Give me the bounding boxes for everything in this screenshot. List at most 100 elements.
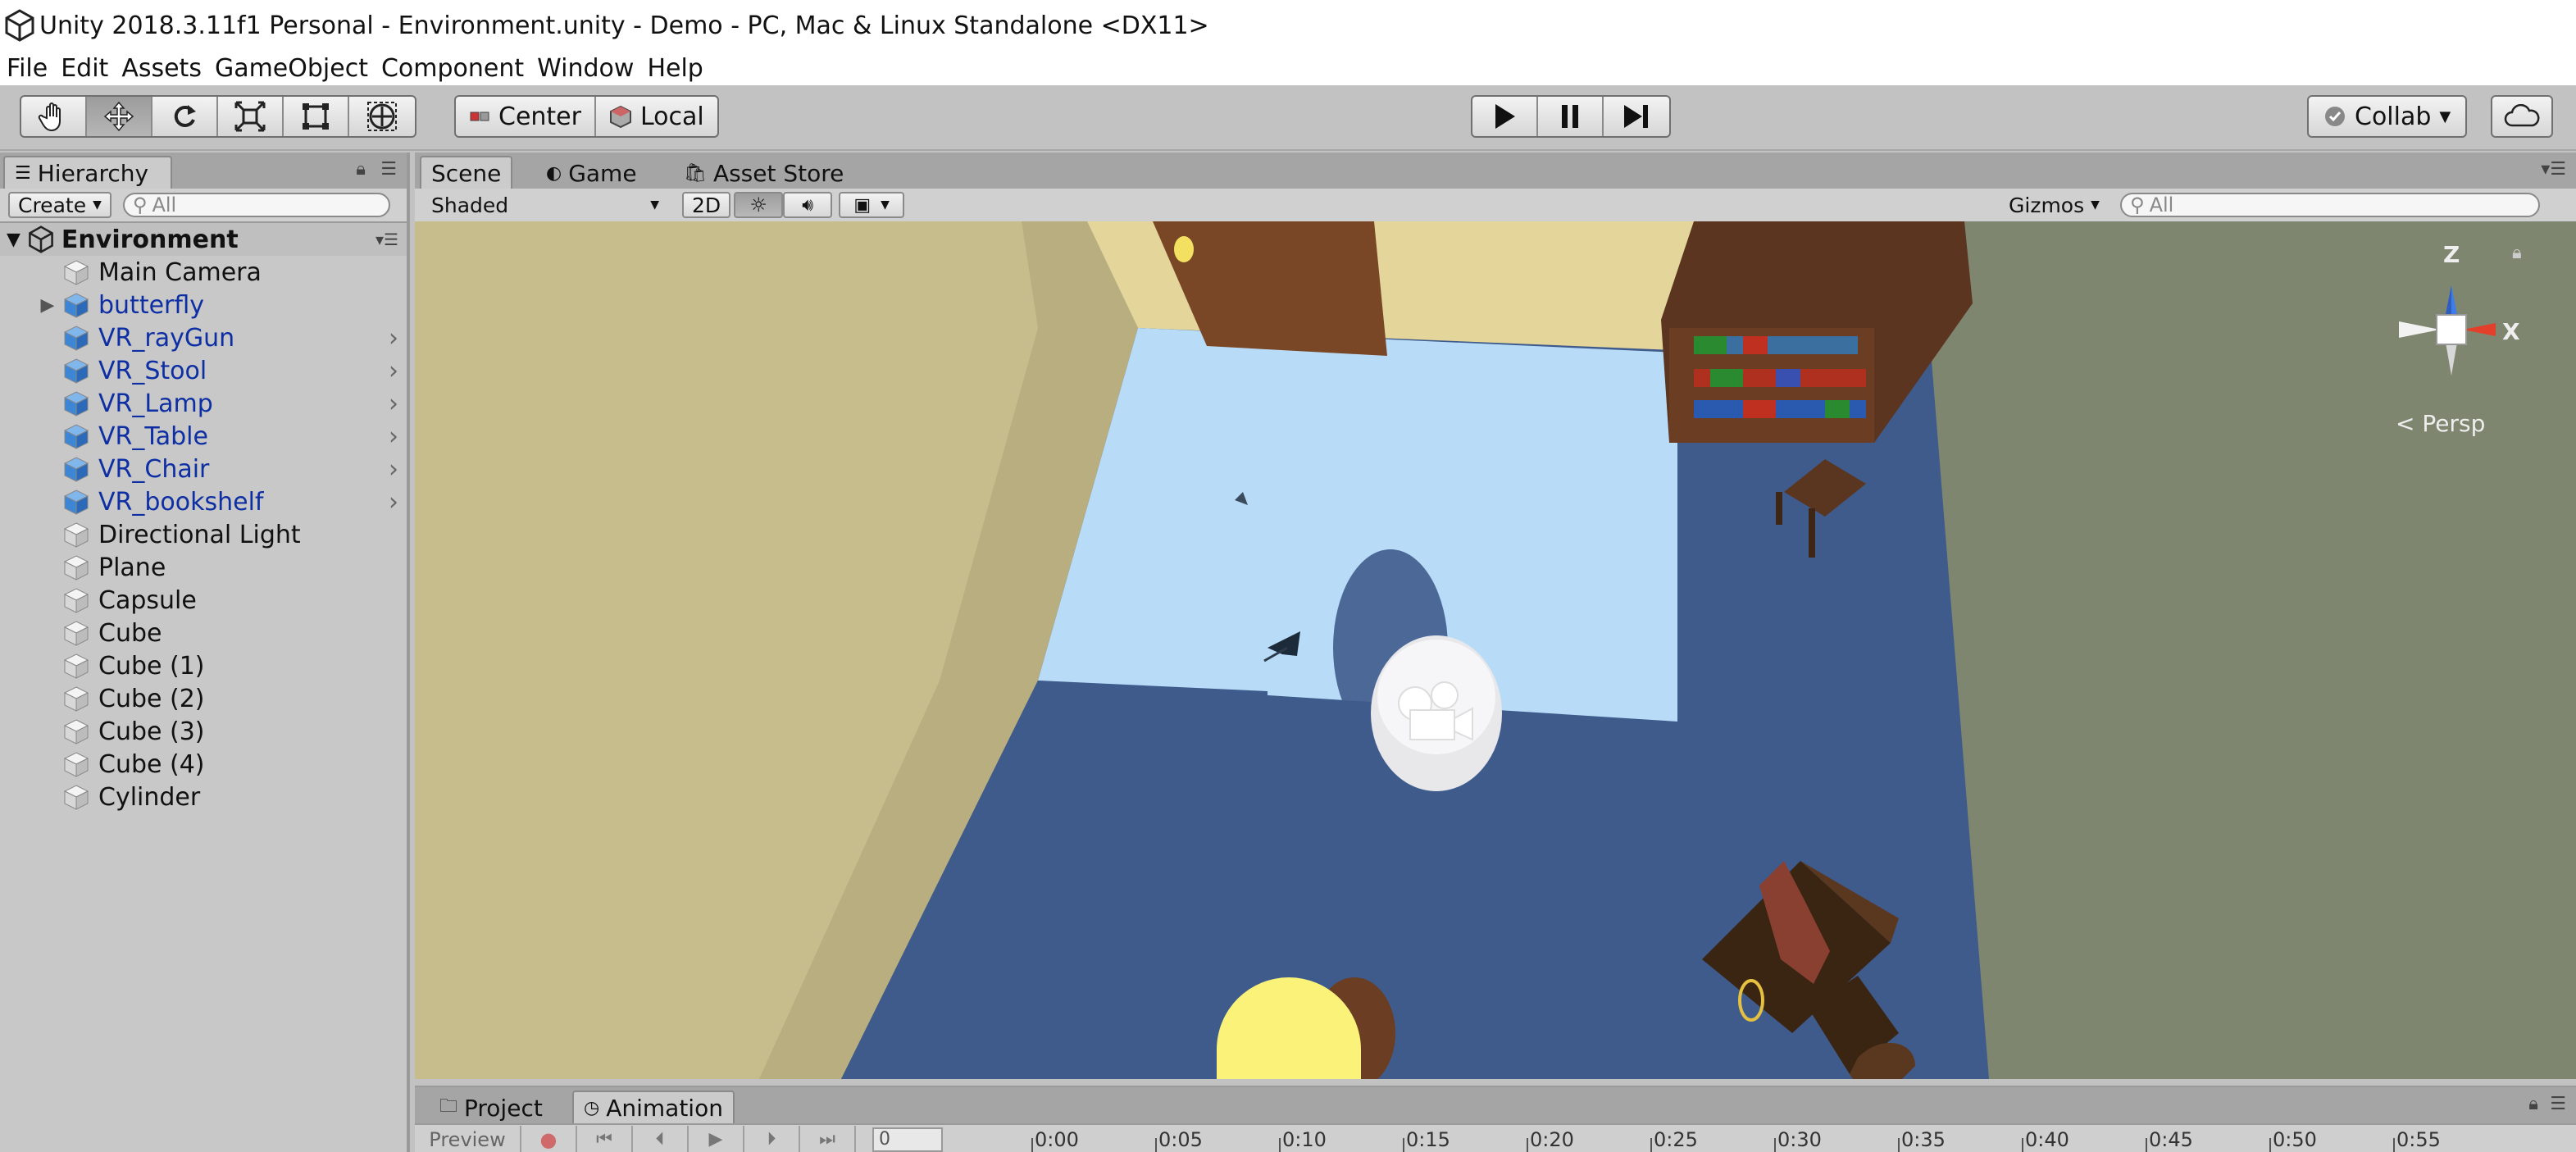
hierarchy-item[interactable]: VR_Table › [0, 420, 407, 453]
hierarchy-item[interactable]: VR_bookshelf › [0, 485, 407, 518]
hierarchy-item[interactable]: Capsule [0, 584, 407, 617]
panel-menu-icon[interactable]: ☰ [380, 159, 397, 180]
rotate-tool-button[interactable] [152, 97, 218, 136]
pause-button[interactable] [1538, 97, 1604, 136]
hierarchy-item[interactable]: VR_rayGun › [0, 321, 407, 354]
hierarchy-item[interactable]: ▶ butterfly [0, 289, 407, 321]
transform-tool-button[interactable] [349, 97, 415, 136]
gizmo-lock-icon[interactable]: 🔒︎ [2512, 243, 2522, 263]
hierarchy-item[interactable]: Cube [0, 617, 407, 649]
create-dropdown[interactable]: Create ▼ [8, 192, 112, 218]
hierarchy-item[interactable]: Cube (4) [0, 748, 407, 781]
scene-toolbar: Shaded ▼ 2D ☼ 🔊︎ ▣ ▼ Gizmos ▼ ⚲ All [415, 189, 2576, 223]
lighting-toggle[interactable]: ☼ [734, 192, 784, 218]
gizmos-dropdown[interactable]: Gizmos ▼ [1999, 192, 2109, 218]
expand-arrow-icon[interactable]: ▶ [33, 295, 62, 316]
cloud-button[interactable] [2492, 97, 2551, 136]
hierarchy-item[interactable]: Cube (1) [0, 649, 407, 682]
hierarchy-item-label: butterfly [98, 290, 205, 320]
menu-gameobject[interactable]: GameObject [208, 54, 375, 83]
move-tool-button[interactable] [87, 97, 152, 136]
hierarchy-list: Main Camera ▶ butterfly VR_rayGun › VR_Stool ›… [0, 256, 407, 813]
scene-tab-label: Scene [431, 159, 502, 187]
asset-store-tab-label: Asset Store [712, 159, 844, 187]
mode-2d-toggle[interactable]: 2D [682, 192, 731, 218]
projection-label: Persp [2422, 410, 2486, 437]
prefab-cube-icon [63, 457, 89, 482]
timeline-tick [2269, 1138, 2271, 1152]
chevron-right-icon[interactable]: › [389, 389, 398, 418]
menu-edit[interactable]: Edit [54, 54, 115, 83]
timeline-tick-label: 0:05 [1158, 1128, 1203, 1151]
rotate-icon [174, 105, 196, 127]
tab-game[interactable]: ◐ Game [535, 156, 649, 189]
panel-menu-icon[interactable]: ☰ [2550, 1094, 2566, 1114]
lock-icon[interactable]: 🔒︎ [2528, 1094, 2538, 1114]
hierarchy-item[interactable]: Cube (2) [0, 682, 407, 715]
preview-toggle[interactable]: Preview [415, 1125, 521, 1152]
tab-hierarchy[interactable]: ☰ Hierarchy [3, 156, 172, 189]
record-button[interactable]: ● [521, 1125, 577, 1152]
menu-window[interactable]: Window [530, 54, 640, 83]
prev-key-button[interactable]: ⏴ [633, 1125, 689, 1152]
draw-mode-dropdown[interactable]: Shaded ▼ [421, 192, 669, 218]
play-button[interactable] [1472, 97, 1538, 136]
hierarchy-item[interactable]: VR_Lamp › [0, 387, 407, 420]
hierarchy-item[interactable]: Plane [0, 551, 407, 584]
hierarchy-item[interactable]: Cube (3) [0, 715, 407, 748]
hierarchy-item[interactable]: VR_Stool › [0, 354, 407, 387]
menu-help[interactable]: Help [640, 54, 709, 83]
gameobject-cube-icon [63, 522, 89, 548]
chevron-right-icon[interactable]: › [389, 488, 398, 517]
hierarchy-search-input[interactable]: ⚲ All [122, 193, 390, 217]
timeline-tick-label: 0:45 [2149, 1128, 2193, 1151]
step-button[interactable] [1604, 97, 1669, 136]
tab-asset-store[interactable]: 🛍︎ Asset Store [672, 156, 855, 189]
tab-scene[interactable]: Scene [420, 156, 513, 189]
menu-file[interactable]: File [0, 54, 54, 83]
timeline-tick [1650, 1138, 1652, 1152]
frame-input[interactable]: 0 [872, 1127, 943, 1152]
mode-2d-label: 2D [692, 193, 721, 217]
chevron-right-icon[interactable]: › [389, 422, 398, 451]
pivot-mode-button[interactable]: Center [456, 97, 596, 136]
hierarchy-item[interactable]: VR_Chair › [0, 453, 407, 485]
scene-root-row[interactable]: ▼ Environment ▾☰ [0, 223, 407, 256]
menu-assets[interactable]: Assets [115, 54, 208, 83]
hierarchy-item-label: Cube [98, 618, 162, 648]
hierarchy-item[interactable]: Main Camera [0, 256, 407, 289]
audio-toggle[interactable]: 🔊︎ [783, 192, 833, 218]
timeline-tick [1403, 1138, 1404, 1152]
tab-project[interactable]: 🗀 Project [428, 1091, 554, 1123]
chevron-right-icon[interactable]: › [389, 324, 398, 353]
hierarchy-item[interactable]: Cylinder [0, 781, 407, 813]
expand-arrow-icon[interactable]: ▼ [7, 230, 20, 250]
last-key-button[interactable]: ⏭ [800, 1125, 856, 1152]
rect-tool-button[interactable] [284, 97, 349, 136]
scale-tool-button[interactable] [218, 97, 284, 136]
hierarchy-item-label: VR_Stool [98, 356, 207, 385]
first-key-button[interactable]: ⏮ [577, 1125, 633, 1152]
chevron-right-icon[interactable]: › [389, 455, 398, 484]
menu-component[interactable]: Component [375, 54, 530, 83]
anim-play-button[interactable]: ▶ [689, 1125, 744, 1152]
scene-search-input[interactable]: ⚲ All [2120, 193, 2540, 217]
chevron-right-icon[interactable]: › [389, 357, 398, 385]
panel-menu-icon[interactable]: ▾☰ [2541, 159, 2566, 180]
effects-dropdown[interactable]: ▣ ▼ [839, 192, 905, 218]
hand-tool-button[interactable] [21, 97, 87, 136]
lock-icon[interactable]: 🔒︎ [356, 159, 366, 180]
speaker-icon: 🔊︎ [802, 194, 814, 216]
timeline-ruler[interactable]: 0:00 0:05 0:10 0:15 0:20 0:25 0:30 0:35 0:40 0:45… [1025, 1125, 2566, 1152]
collab-button[interactable]: Collab ▼ [2309, 97, 2465, 136]
projection-toggle[interactable]: < Persp [2396, 410, 2485, 437]
timeline-tick [2393, 1138, 2395, 1152]
scene-menu-icon[interactable]: ▾☰ [375, 230, 398, 249]
pivot-space-button[interactable]: Local [596, 97, 717, 136]
hierarchy-tab-label: Hierarchy [37, 159, 149, 187]
scene-viewport[interactable]: Z X 🔒︎ < Persp [415, 221, 2576, 1079]
next-key-button[interactable]: ⏵ [744, 1125, 800, 1152]
tab-animation[interactable]: ◷ Animation [572, 1091, 735, 1123]
pivot-space-label: Local [639, 102, 704, 131]
hierarchy-item[interactable]: Directional Light [0, 518, 407, 551]
